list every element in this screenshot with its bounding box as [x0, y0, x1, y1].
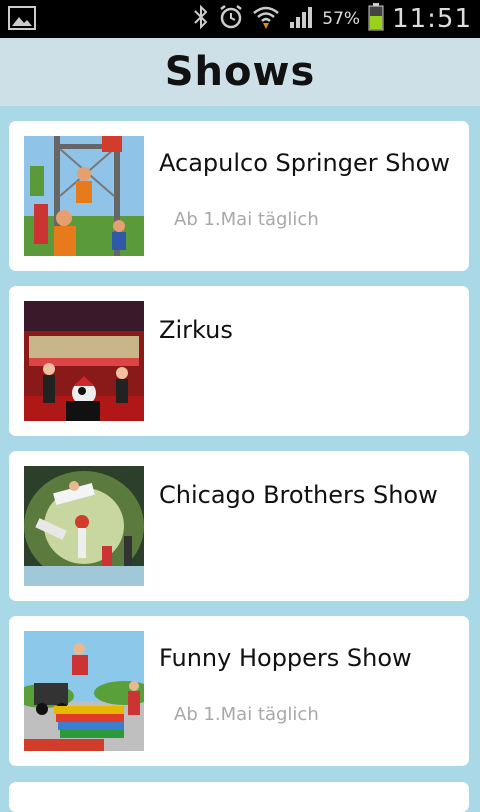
show-subtitle: Ab 1.Mai täglich	[174, 209, 319, 230]
show-title: Zirkus	[159, 316, 233, 344]
show-title: Funny Hoppers Show	[159, 644, 412, 672]
battery-icon	[368, 3, 384, 35]
show-list[interactable]: Acapulco Springer Show Ab 1.Mai täglich …	[0, 106, 480, 800]
show-title: Acapulco Springer Show	[159, 149, 450, 177]
next-show-card[interactable]	[9, 782, 469, 812]
app-header: Shows	[0, 38, 480, 106]
alarm-icon	[218, 4, 244, 34]
wifi-icon	[252, 3, 280, 35]
show-thumbnail	[24, 301, 144, 421]
show-card-funny-hoppers[interactable]: Funny Hoppers Show Ab 1.Mai täglich	[9, 616, 469, 766]
status-bar: 57% 11:51	[0, 0, 480, 38]
show-title: Chicago Brothers Show	[159, 481, 438, 509]
show-card-acapulco[interactable]: Acapulco Springer Show Ab 1.Mai täglich	[9, 121, 469, 271]
gallery-icon	[8, 5, 36, 35]
show-thumbnail	[24, 466, 144, 586]
page-title: Shows	[164, 49, 316, 95]
clock: 11:51	[392, 4, 472, 34]
show-subtitle: Ab 1.Mai täglich	[174, 704, 319, 725]
signal-icon	[288, 5, 314, 33]
show-thumbnail	[24, 136, 144, 256]
show-thumbnail	[24, 631, 144, 751]
battery-percent: 57%	[322, 9, 361, 29]
show-card-chicago-brothers[interactable]: Chicago Brothers Show	[9, 451, 469, 601]
show-card-zirkus[interactable]: Zirkus	[9, 286, 469, 436]
bluetooth-icon	[192, 4, 210, 34]
